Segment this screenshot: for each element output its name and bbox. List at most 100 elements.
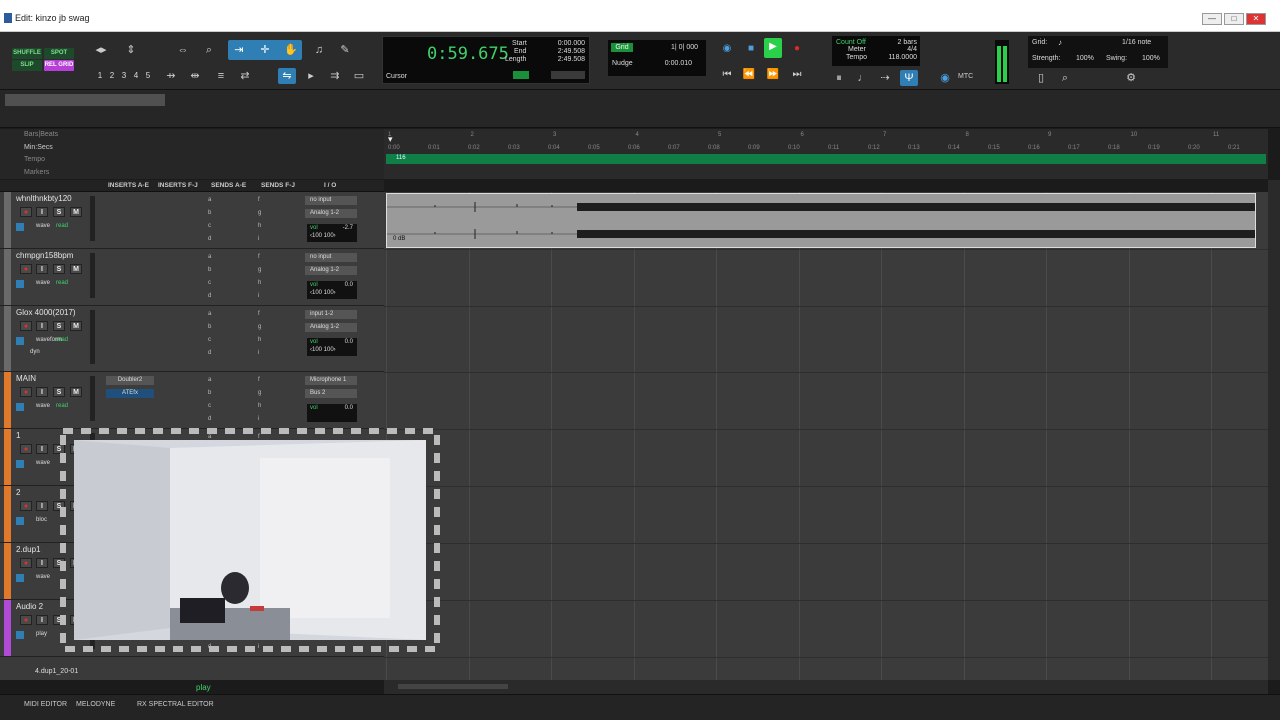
solo-button[interactable]: S xyxy=(53,321,65,331)
close-button[interactable]: ✕ xyxy=(1246,13,1266,25)
zoom-view-icon[interactable]: ⌕ xyxy=(1056,70,1074,86)
metronome-icon[interactable]: ♩ xyxy=(854,70,872,86)
start-value[interactable]: 0:00.000 xyxy=(543,40,585,47)
send-slot[interactable]: f xyxy=(258,197,260,203)
mtc-button[interactable]: MTC xyxy=(958,73,973,80)
send-slot[interactable]: c xyxy=(208,280,211,286)
output-selector[interactable]: Analog 1-2 xyxy=(305,323,357,332)
link-selection-icon[interactable]: ≡ xyxy=(212,68,230,84)
zoom-out-horizontal-icon[interactable]: ◂▸ xyxy=(92,42,110,58)
mute-button[interactable]: M xyxy=(70,264,82,274)
track-view-selector[interactable]: play xyxy=(36,631,47,637)
send-slot[interactable]: a xyxy=(208,254,211,260)
track-view-icon[interactable] xyxy=(16,280,24,288)
grid-mode-button[interactable]: REL GRID xyxy=(44,60,74,71)
track-name[interactable]: 2 xyxy=(16,488,20,497)
record-arm-button[interactable]: ● xyxy=(20,444,32,454)
send-slot[interactable]: c xyxy=(208,337,211,343)
mute-button[interactable]: M xyxy=(70,387,82,397)
track-view-selector[interactable]: wave xyxy=(36,280,50,286)
track-view-icon[interactable] xyxy=(16,337,24,345)
tab-rx-spectral-editor[interactable]: RX SPECTRAL EDITOR xyxy=(137,701,214,708)
track-name[interactable]: MAIN xyxy=(16,374,36,383)
swing-value[interactable]: 100% xyxy=(1142,55,1160,62)
grid-value[interactable]: 1| 0| 000 xyxy=(648,44,698,51)
send-slot[interactable]: i xyxy=(258,293,259,299)
input-monitor-button[interactable]: I xyxy=(36,207,48,217)
playhead-icon[interactable]: ▾ xyxy=(388,134,396,146)
pan-readout[interactable]: ‹100 100› xyxy=(310,347,336,353)
zoom-preset-3[interactable]: 3 xyxy=(119,70,129,82)
footer-play-mode[interactable]: play xyxy=(196,683,211,692)
end-value[interactable]: 2:49.508 xyxy=(543,48,585,55)
conductor-icon[interactable]: Ψ xyxy=(900,70,918,86)
pencil-tool-icon[interactable]: ✎ xyxy=(336,42,354,58)
send-slot[interactable]: a xyxy=(208,377,211,383)
send-slot[interactable]: d xyxy=(208,416,211,422)
send-slot[interactable]: b xyxy=(208,267,211,273)
automation-mode[interactable]: read xyxy=(56,337,68,343)
zoom-preset-2[interactable]: 2 xyxy=(107,70,117,82)
automation-mode[interactable]: read xyxy=(56,280,68,286)
zoom-preset-4[interactable]: 4 xyxy=(131,70,141,82)
play-button[interactable]: ▶ xyxy=(764,38,782,58)
online-icon[interactable]: ◉ xyxy=(718,40,736,58)
send-slot[interactable]: d xyxy=(208,350,211,356)
mute-button[interactable]: M xyxy=(70,321,82,331)
track-view-selector[interactable]: wave xyxy=(36,574,50,580)
tempo-value[interactable]: 118.0000 xyxy=(882,54,917,61)
track-extra-view[interactable]: dyn xyxy=(30,349,40,355)
zoom-preset-1[interactable]: 1 xyxy=(95,70,105,82)
track-view-icon[interactable] xyxy=(16,631,24,639)
send-slot[interactable]: g xyxy=(258,210,261,216)
send-slot[interactable]: h xyxy=(258,280,261,286)
output-selector[interactable]: Analog 1-2 xyxy=(305,209,357,218)
send-slot[interactable]: b xyxy=(208,324,211,330)
count-off-label[interactable]: Count Off xyxy=(836,39,866,46)
solo-button[interactable]: S xyxy=(53,207,65,217)
track-view-icon[interactable] xyxy=(16,517,24,525)
send-slot[interactable]: d xyxy=(208,293,211,299)
sync-icon[interactable]: ◉ xyxy=(936,70,954,86)
main-counter-value[interactable]: 0:59.675 xyxy=(427,44,509,64)
track-name[interactable]: chmpgn158bpm xyxy=(16,251,73,260)
track-row[interactable]: chmpgn158bpm ● I S Mwave read no input Analog 1… xyxy=(0,249,384,306)
fast-forward-icon[interactable]: ⏩ xyxy=(764,66,782,84)
mirror-midi-icon[interactable]: ⇹ xyxy=(186,68,204,84)
track-name[interactable]: 1 xyxy=(16,431,20,440)
slip-mode-button[interactable]: SLIP xyxy=(12,60,42,71)
automation-mode[interactable]: read xyxy=(56,403,68,409)
insert-slot-a[interactable]: Doubler2 xyxy=(106,376,154,385)
solo-button[interactable]: S xyxy=(53,264,65,274)
scope-icon[interactable]: ▯ xyxy=(1032,70,1050,86)
send-slot[interactable]: h xyxy=(258,223,261,229)
send-slot[interactable]: a xyxy=(208,311,211,317)
nudge-value[interactable]: 0:00.010 xyxy=(648,60,692,67)
input-monitor-button[interactable]: I xyxy=(36,264,48,274)
insert-slot-b[interactable]: ATEfx xyxy=(106,389,154,398)
send-slot[interactable]: i xyxy=(258,350,259,356)
record-button[interactable]: ● xyxy=(788,40,806,58)
track-name[interactable]: Glox 4000(2017) xyxy=(16,308,76,317)
zoom-vertical-icon[interactable]: ⇕ xyxy=(122,42,140,58)
send-slot[interactable]: h xyxy=(258,337,261,343)
send-slot[interactable]: f xyxy=(258,254,260,260)
keyboard-focus-icon[interactable]: ▸ xyxy=(302,68,320,84)
input-monitor-button[interactable]: I xyxy=(36,615,48,625)
midi-merge-icon[interactable]: ⇢ xyxy=(876,70,894,86)
input-selector[interactable]: Microphone 1 xyxy=(305,376,357,385)
settings-icon[interactable]: ⚙ xyxy=(1122,70,1140,86)
maximize-button[interactable]: □ xyxy=(1224,13,1244,25)
horizontal-scrollbar[interactable] xyxy=(384,680,1268,694)
input-monitor-button[interactable]: I xyxy=(36,501,48,511)
track-name[interactable]: 2.dup1 xyxy=(16,545,40,554)
send-slot[interactable]: a xyxy=(208,197,211,203)
mute-button[interactable]: M xyxy=(70,207,82,217)
minimize-button[interactable]: — xyxy=(1202,13,1222,25)
track-view-selector[interactable]: wave xyxy=(36,403,50,409)
midi-thru-icon[interactable]: ⇉ xyxy=(326,68,344,84)
wait-for-note-icon[interactable]: ⏸ xyxy=(830,70,848,86)
tempo-ruler[interactable]: 116 xyxy=(386,154,1266,164)
pre-roll-indicator[interactable] xyxy=(513,71,529,79)
send-slot[interactable]: b xyxy=(208,210,211,216)
